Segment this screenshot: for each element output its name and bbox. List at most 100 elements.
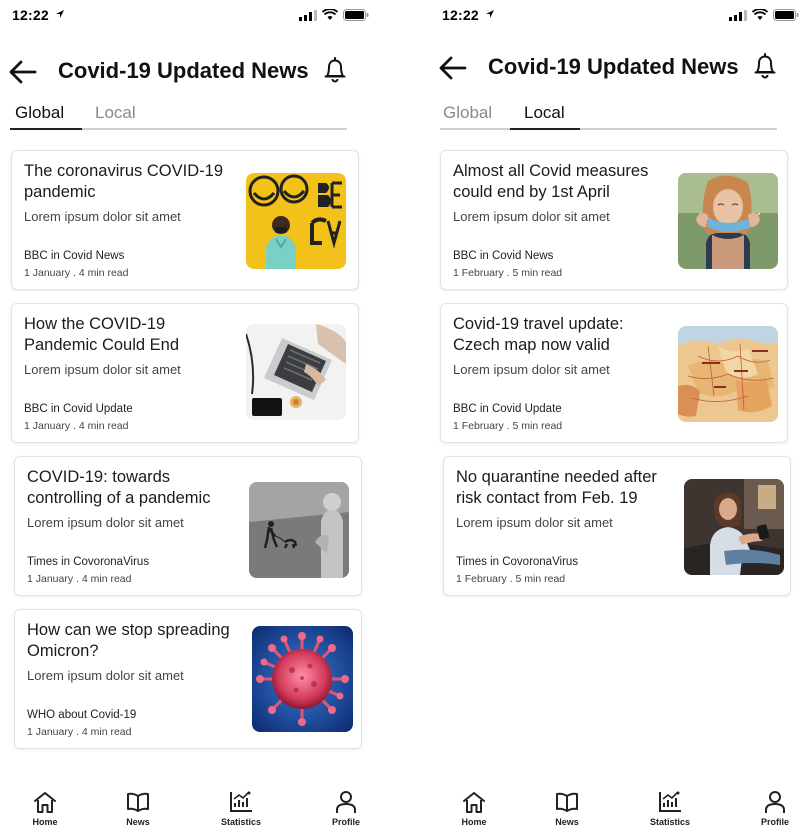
wifi-icon <box>752 9 768 20</box>
bell-icon[interactable] <box>322 56 348 84</box>
card-meta: 1 February . 5 min read <box>456 573 566 585</box>
signal-icon <box>729 9 747 21</box>
news-card[interactable]: No quarantine needed after risk contact … <box>443 456 791 596</box>
nav-label: Home <box>32 817 58 827</box>
statistics-icon <box>659 791 681 812</box>
status-indicators <box>299 9 369 21</box>
nav-label: Statistics <box>649 817 691 827</box>
card-source: Times in CovoronaVirus <box>456 556 579 568</box>
tab-local[interactable]: Local <box>524 103 565 130</box>
app-header: Covid-19 Updated News <box>430 48 800 88</box>
nav-home[interactable]: Home <box>10 790 80 827</box>
news-card[interactable]: How can we stop spreading Omicron? Lorem… <box>14 609 362 749</box>
profile-icon <box>765 791 785 813</box>
card-subtitle: Lorem ipsum dolor sit amet <box>24 362 181 377</box>
book-icon <box>556 792 578 812</box>
app-header: Covid-19 Updated News <box>0 52 375 92</box>
nav-label: News <box>555 817 579 827</box>
card-subtitle: Lorem ipsum dolor sit amet <box>453 362 610 377</box>
card-source: BBC in Covid Update <box>453 403 562 415</box>
news-card[interactable]: COVID-19: towards controlling of a pande… <box>14 456 362 596</box>
nav-profile[interactable]: Profile <box>740 790 800 827</box>
status-time: 12:22 <box>442 7 479 23</box>
nav-label: Statistics <box>220 817 262 827</box>
nav-label: News <box>126 817 150 827</box>
card-title: The coronavirus COVID-19 pandemic <box>24 162 223 201</box>
battery-icon <box>343 9 369 21</box>
card-subtitle: Lorem ipsum dolor sit amet <box>27 515 184 530</box>
bottom-nav: Home News Statistics Profile <box>0 790 375 832</box>
card-title: Almost all Covid measures could end by 1… <box>453 162 649 201</box>
card-meta: 1 February . 5 min read <box>453 420 563 432</box>
wifi-icon <box>322 9 338 20</box>
active-tab-indicator <box>10 128 82 130</box>
book-icon <box>127 792 149 812</box>
signal-icon <box>299 9 317 21</box>
card-title: How can we stop spreading Omicron? <box>27 621 230 660</box>
news-screen-global: 12:22 Covid-19 Updated News Global Local… <box>0 0 375 832</box>
nav-statistics[interactable]: Statistics <box>635 790 705 827</box>
card-meta: 1 February . 5 min read <box>453 267 563 279</box>
tab-bar: Global Local <box>10 100 347 130</box>
card-title: Covid-19 travel update: Czech map now va… <box>453 315 624 354</box>
news-card[interactable]: Almost all Covid measures could end by 1… <box>440 150 788 290</box>
statue-street-photo <box>249 482 349 578</box>
status-indicators <box>729 9 799 21</box>
card-subtitle: Lorem ipsum dolor sit amet <box>24 209 181 224</box>
card-meta: 1 January . 4 min read <box>27 726 132 738</box>
page-title: Covid-19 Updated News <box>488 54 739 79</box>
europe-map-photo <box>678 326 778 422</box>
card-title: No quarantine needed after risk contact … <box>456 468 657 507</box>
card-meta: 1 January . 4 min read <box>24 420 129 432</box>
news-card[interactable]: Covid-19 travel update: Czech map now va… <box>440 303 788 443</box>
laptop-desk-photo <box>246 324 346 420</box>
active-tab-indicator <box>510 128 580 130</box>
card-source: BBC in Covid News <box>453 250 554 262</box>
battery-icon <box>773 9 799 21</box>
nav-profile[interactable]: Profile <box>311 790 381 827</box>
card-source: BBC in Covid News <box>24 250 125 262</box>
card-subtitle: Lorem ipsum dolor sit amet <box>453 209 610 224</box>
nav-news[interactable]: News <box>103 790 173 827</box>
card-source: WHO about Covid-19 <box>27 709 137 721</box>
location-arrow-icon <box>56 10 64 18</box>
nav-home[interactable]: Home <box>439 790 509 827</box>
nav-label: Profile <box>760 817 789 827</box>
tab-local[interactable]: Local <box>95 103 136 130</box>
woman-removing-mask-photo <box>678 173 778 269</box>
card-subtitle: Lorem ipsum dolor sit amet <box>456 515 613 530</box>
bell-icon[interactable] <box>752 52 778 80</box>
nav-label: Profile <box>331 817 360 827</box>
profile-icon <box>336 791 356 813</box>
card-meta: 1 January . 4 min read <box>24 267 129 279</box>
home-icon <box>463 792 485 813</box>
status-bar: 12:22 <box>430 0 800 34</box>
status-time: 12:22 <box>12 7 49 23</box>
card-subtitle: Lorem ipsum dolor sit amet <box>27 668 184 683</box>
bottom-nav: Home News Statistics Profile <box>430 790 800 832</box>
nav-statistics[interactable]: Statistics <box>206 790 276 827</box>
statistics-icon <box>230 791 252 812</box>
woman-phone-photo <box>684 479 784 575</box>
nav-label: Home <box>461 817 487 827</box>
card-meta: 1 January . 4 min read <box>27 573 132 585</box>
card-source: BBC in Covid Update <box>24 403 133 415</box>
home-icon <box>34 792 56 813</box>
news-card[interactable]: The coronavirus COVID-19 pandemic Lorem … <box>11 150 359 290</box>
virus-particle-photo <box>252 626 353 732</box>
news-card[interactable]: How the COVID-19 Pandemic Could End Lore… <box>11 303 359 443</box>
back-arrow-icon[interactable] <box>8 58 38 86</box>
page-title: Covid-19 Updated News <box>58 58 309 83</box>
tab-bar: Global Local <box>440 100 777 130</box>
tab-global[interactable]: Global <box>15 103 64 130</box>
status-bar: 12:22 <box>0 0 375 34</box>
card-title: COVID-19: towards controlling of a pande… <box>27 468 211 507</box>
news-screen-local: 12:22 Covid-19 Updated News Global Local… <box>430 0 800 832</box>
location-arrow-icon <box>486 10 494 18</box>
back-arrow-icon[interactable] <box>438 54 468 82</box>
masked-man-mural-photo <box>246 173 346 269</box>
nav-news[interactable]: News <box>532 790 602 827</box>
card-source: Times in CovoronaVirus <box>27 556 150 568</box>
tab-global[interactable]: Global <box>443 103 492 130</box>
card-title: How the COVID-19 Pandemic Could End <box>24 315 180 354</box>
